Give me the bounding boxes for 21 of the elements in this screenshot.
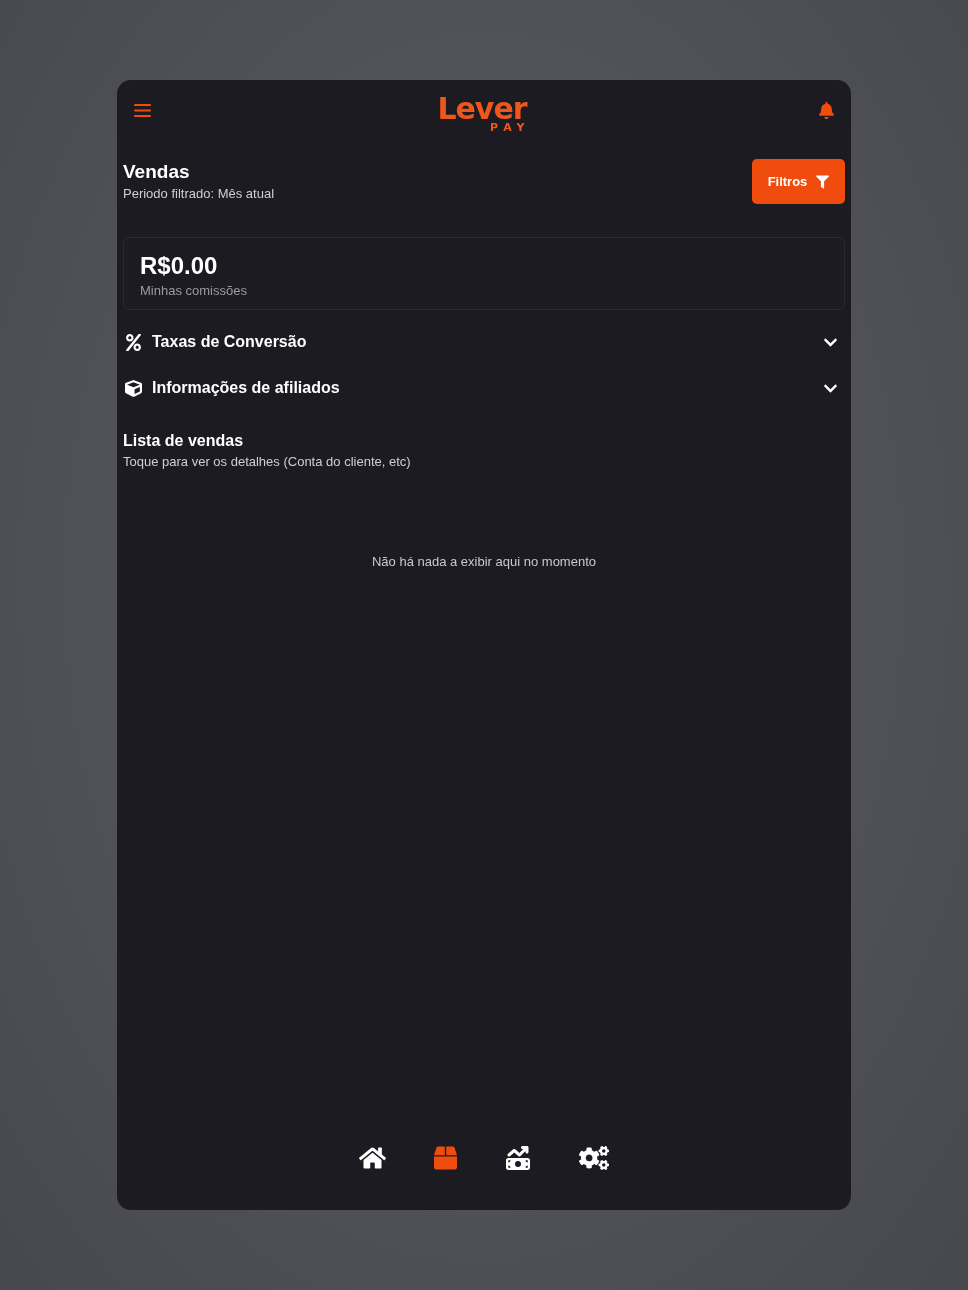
settings-icon[interactable] <box>579 1146 609 1170</box>
logo-wordmark: Lever <box>437 96 527 122</box>
empty-message: Não há nada a exibir aqui no momento <box>371 554 596 569</box>
commission-amount: R$0.00 <box>140 252 219 280</box>
percent-icon <box>125 333 142 351</box>
filter-icon <box>816 174 830 189</box>
menu-icon[interactable] <box>134 103 151 117</box>
filter-button[interactable]: Filtros <box>752 159 845 204</box>
commission-label: Minhas comissões <box>140 282 248 299</box>
box-icon[interactable] <box>434 1146 457 1170</box>
cube-icon <box>125 379 142 397</box>
bell-icon[interactable] <box>819 101 834 119</box>
list-title: Lista de vendas <box>123 431 245 451</box>
home-icon[interactable] <box>359 1146 386 1170</box>
period-subtitle: Periodo filtrado: Mês atual <box>123 185 275 202</box>
accordion-header[interactable]: Taxas de Conversão <box>123 319 845 365</box>
accordion-header[interactable]: Informações de afiliados <box>123 365 845 411</box>
list-subtitle: Toque para ver os detalhes (Conta do cliente, etc) <box>123 453 412 470</box>
money-chart-icon[interactable] <box>505 1146 531 1170</box>
page-title: Vendas <box>123 161 191 183</box>
logo-tagline: PAY <box>490 122 531 134</box>
